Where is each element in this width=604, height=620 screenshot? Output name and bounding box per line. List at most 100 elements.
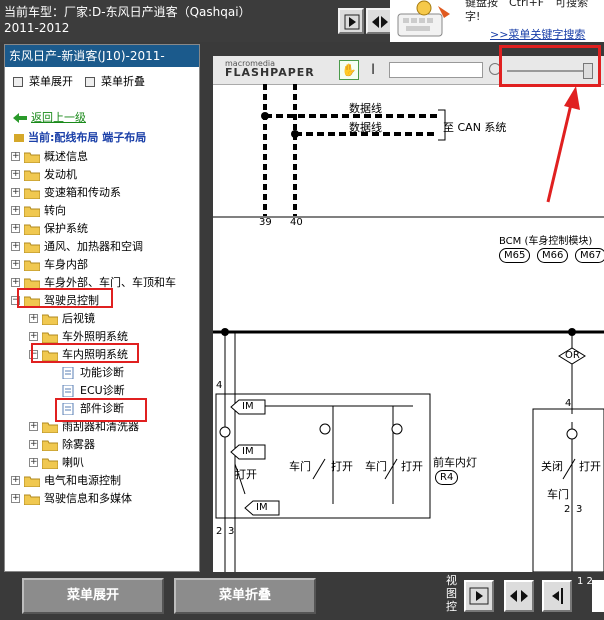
tree-item[interactable]: + 喇叭 xyxy=(5,454,199,472)
expand-icon[interactable]: + xyxy=(11,476,20,485)
pin-40-label: 40 xyxy=(290,217,303,228)
tree-item[interactable]: 功能诊断 xyxy=(5,364,199,382)
tree-item[interactable]: + 概述信息 xyxy=(5,148,199,166)
page-number: 1 2 xyxy=(577,576,593,587)
expand-icon[interactable]: + xyxy=(11,188,20,197)
expand-icon[interactable]: + xyxy=(11,260,20,269)
folder-icon xyxy=(42,332,58,343)
pin-2-right: 2 xyxy=(564,504,571,515)
tree-item-label: 发动机 xyxy=(44,168,77,181)
menu-collapse-button[interactable]: 菜单折叠 xyxy=(174,578,316,614)
tree-item[interactable]: + 发动机 xyxy=(5,166,199,184)
front-lamp-label: 前车内灯 xyxy=(433,456,477,469)
view-prev-button[interactable] xyxy=(542,580,572,612)
back-link[interactable]: 返回上一级 xyxy=(13,109,86,125)
back-arrow-icon xyxy=(13,113,27,123)
next-page-icon xyxy=(344,14,360,30)
view-control-label: 视图控 xyxy=(446,574,457,613)
tree-item-label: 通风、加热器和空调 xyxy=(44,240,143,253)
keyboard-mascot-icon xyxy=(397,0,450,37)
expand-icon[interactable]: + xyxy=(11,206,20,215)
im-label-1: IM xyxy=(242,401,254,412)
tree-item[interactable]: + 变速箱和传动系 xyxy=(5,184,199,202)
tree-item-label: 概述信息 xyxy=(44,150,88,163)
folder-icon xyxy=(24,170,40,181)
expand-icon[interactable]: + xyxy=(11,242,20,251)
keyboard-tip-panel: 键盘按 Ctrl+F 可搜索 字! >>菜单关键字搜索 xyxy=(390,0,604,42)
door-label-3: 车门 xyxy=(547,488,569,501)
fit-page-icon xyxy=(510,590,528,602)
folder-icon xyxy=(24,224,40,235)
flashpaper-logo: macromedia FLASHPAPER xyxy=(225,59,315,79)
folder-icon xyxy=(24,242,40,253)
vehicle-title-line2: 2011-2012 xyxy=(4,21,70,35)
expand-icon[interactable]: + xyxy=(29,440,38,449)
open-label-4: 打开 xyxy=(579,460,601,473)
tree-item[interactable]: + 转向 xyxy=(5,202,199,220)
next-page-icon xyxy=(469,587,489,605)
location-icon xyxy=(14,134,24,142)
view-next-button[interactable] xyxy=(464,580,494,612)
tree-item[interactable]: + 后视镜 xyxy=(5,310,199,328)
open-label-2: 打开 xyxy=(331,460,353,473)
expand-icon[interactable]: + xyxy=(29,422,38,431)
expand-icon[interactable]: + xyxy=(29,314,38,323)
collapse-square-icon xyxy=(85,77,95,87)
keyword-search-link[interactable]: >>菜单关键字搜索 xyxy=(490,26,585,42)
vehicle-title: 当前车型：厂家:D-东风日产逍客（Qashqai） 2011-2012 xyxy=(4,4,251,36)
tree-item[interactable]: + 通风、加热器和空调 xyxy=(5,238,199,256)
fit-page-button[interactable] xyxy=(366,8,392,34)
tree-item-label: 驾驶信息和多媒体 xyxy=(44,492,132,505)
folder-icon xyxy=(24,188,40,199)
open-label-3: 打开 xyxy=(401,460,423,473)
tree-item-label: 后视镜 xyxy=(62,312,95,325)
expand-icon[interactable]: + xyxy=(11,494,20,503)
bcm-label: BCM (车身控制模块) xyxy=(499,236,593,247)
sidebar: 东风日产-新逍客(J10)-2011- 菜单展开 菜单折叠 返回上一级 当前:配… xyxy=(4,44,200,572)
folder-icon xyxy=(42,440,58,451)
sidebar-collapse-button[interactable]: 菜单折叠 xyxy=(85,73,145,89)
tree-item[interactable]: + 除雾器 xyxy=(5,436,199,454)
door-label-2: 车门 xyxy=(365,460,387,473)
tree-item-label: 保护系统 xyxy=(44,222,88,235)
menu-expand-button[interactable]: 菜单展开 xyxy=(22,578,164,614)
pin-4-right: 4 xyxy=(565,398,572,409)
door-label-1: 车门 xyxy=(289,460,311,473)
document-icon xyxy=(62,367,74,379)
highlight-component-diagnosis xyxy=(55,398,147,422)
fit-page-icon xyxy=(372,16,388,28)
im-label-2: IM xyxy=(242,446,254,457)
folder-icon xyxy=(24,260,40,271)
tree-item[interactable]: + 电气和电源控制 xyxy=(5,472,199,490)
expand-icon[interactable]: + xyxy=(11,278,20,287)
find-input[interactable] xyxy=(389,62,483,78)
hand-tool-icon[interactable]: ✋ xyxy=(339,60,359,80)
folder-icon xyxy=(42,458,58,469)
data-line-label-1: 数据线 xyxy=(349,102,382,115)
view-fit-button[interactable] xyxy=(504,580,534,612)
folder-icon xyxy=(24,206,40,217)
text-select-icon[interactable]: I xyxy=(371,62,375,78)
sidebar-expand-button[interactable]: 菜单展开 xyxy=(13,73,73,89)
sidebar-header: 东风日产-新逍客(J10)-2011- xyxy=(5,45,199,67)
expand-icon[interactable]: + xyxy=(11,152,20,161)
tree-item[interactable]: + 驾驶信息和多媒体 xyxy=(5,490,199,508)
connector-m65: M65 xyxy=(499,248,531,263)
tree-item-label: 喇叭 xyxy=(62,456,84,469)
pin-3-right: 3 xyxy=(576,504,583,515)
folder-icon xyxy=(42,422,58,433)
tree-item-label: 车身内部 xyxy=(44,258,88,271)
tree-item[interactable]: + 车身内部 xyxy=(5,256,199,274)
expand-icon[interactable]: + xyxy=(29,458,38,467)
tree-item-label: 功能诊断 xyxy=(80,366,124,379)
highlight-driver-controls xyxy=(17,288,113,308)
folder-icon xyxy=(24,476,40,487)
annotation-arrow xyxy=(546,86,580,203)
expand-square-icon xyxy=(13,77,23,87)
open-label-1: 打开 xyxy=(235,468,257,481)
expand-icon[interactable]: + xyxy=(29,332,38,341)
expand-icon[interactable]: + xyxy=(11,170,20,179)
expand-icon[interactable]: + xyxy=(11,224,20,233)
next-page-button[interactable] xyxy=(338,8,364,34)
tree-item[interactable]: + 保护系统 xyxy=(5,220,199,238)
